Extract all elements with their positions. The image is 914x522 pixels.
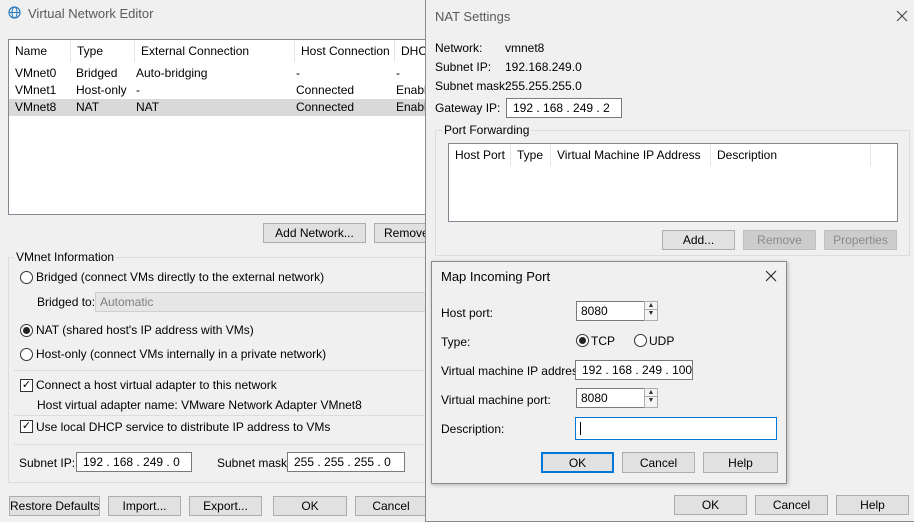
divider xyxy=(14,370,430,371)
nat-subnet-ip-label: Subnet IP: xyxy=(435,60,492,74)
row-name: VMnet1 xyxy=(15,83,57,97)
nat-subnet-mask-value: 255.255.255.0 xyxy=(505,79,582,93)
map-cancel-button[interactable]: Cancel xyxy=(622,452,695,473)
use-dhcp-label[interactable]: Use local DHCP service to distribute IP … xyxy=(36,420,330,434)
nat-subnet-ip-value: 192.168.249.0 xyxy=(505,60,582,74)
column-header-external[interactable]: External Connection xyxy=(135,40,295,62)
subnet-mask-label: Subnet mask: xyxy=(217,456,291,470)
nat-subnet-mask-label: Subnet mask: xyxy=(435,79,509,93)
virtual-network-editor-window: Virtual Network Editor Name Type Externa… xyxy=(0,0,435,522)
port-forwarding-label: Port Forwarding xyxy=(442,123,532,137)
description-field[interactable] xyxy=(575,417,777,440)
table-row[interactable]: VMnet0 Bridged Auto-bridging - - xyxy=(9,65,429,82)
close-icon[interactable] xyxy=(765,270,777,282)
window-title: Virtual Network Editor xyxy=(28,6,154,21)
row-host: - xyxy=(296,66,300,80)
vmware-globe-icon xyxy=(8,6,21,19)
restore-defaults-button[interactable]: Restore Defaults xyxy=(9,496,100,516)
hostonly-radio[interactable] xyxy=(20,348,33,361)
row-host: Connected xyxy=(296,83,355,97)
pf-column-description[interactable]: Description xyxy=(711,144,871,166)
network-value: vmnet8 xyxy=(505,41,545,55)
row-name: VMnet0 xyxy=(15,66,57,80)
row-name: VMnet8 xyxy=(15,100,57,114)
gateway-ip-field[interactable]: 192 . 168 . 249 . 2 xyxy=(506,98,622,118)
row-external: NAT xyxy=(136,100,160,114)
vm-ip-label: Virtual machine IP address: xyxy=(441,364,588,378)
row-host: Connected xyxy=(296,100,355,114)
vm-port-label: Virtual machine port: xyxy=(441,393,551,407)
map-help-button[interactable]: Help xyxy=(703,452,778,473)
connect-adapter-checkbox[interactable]: ✓ xyxy=(20,379,33,392)
import-button[interactable]: Import... xyxy=(108,496,181,516)
subnet-ip-label: Subnet IP: xyxy=(19,456,76,470)
udp-label[interactable]: UDP xyxy=(649,334,674,348)
host-port-field[interactable]: 8080 xyxy=(576,301,645,321)
adapter-name-text: Host virtual adapter name: VMware Networ… xyxy=(37,398,362,412)
divider xyxy=(14,444,430,445)
column-header-host[interactable]: Host Connection xyxy=(295,40,395,62)
pf-column-type[interactable]: Type xyxy=(511,144,551,166)
bridged-to-select: Automatic xyxy=(95,292,430,312)
map-ok-button[interactable]: OK xyxy=(541,452,614,473)
ok-button[interactable]: OK xyxy=(273,496,347,516)
list-header: Name Type External Connection Host Conne… xyxy=(9,40,435,62)
column-header-type[interactable]: Type xyxy=(71,40,135,62)
cancel-button[interactable]: Cancel xyxy=(355,496,427,516)
network-label: Network: xyxy=(435,41,483,55)
map-port-title: Map Incoming Port xyxy=(441,269,551,284)
port-forwarding-list[interactable]: Host Port Type Virtual Machine IP Addres… xyxy=(448,143,898,222)
gateway-ip-label: Gateway IP: xyxy=(435,101,501,115)
pf-column-host-port[interactable]: Host Port xyxy=(449,144,511,166)
nat-help-button[interactable]: Help xyxy=(836,495,909,515)
pf-column-vm-ip[interactable]: Virtual Machine IP Address xyxy=(551,144,711,166)
row-dhcp: - xyxy=(396,66,400,80)
tcp-radio[interactable] xyxy=(576,334,589,347)
divider xyxy=(14,415,430,416)
text-cursor xyxy=(580,422,581,435)
vm-port-stepper[interactable]: ▲ ▼ xyxy=(644,388,658,408)
add-network-button[interactable]: Add Network... xyxy=(263,223,366,243)
nat-cancel-button[interactable]: Cancel xyxy=(755,495,828,515)
tcp-label[interactable]: TCP xyxy=(591,334,615,348)
bridged-radio-label[interactable]: Bridged (connect VMs directly to the ext… xyxy=(36,270,324,284)
network-list[interactable]: Name Type External Connection Host Conne… xyxy=(8,39,435,215)
properties-button: Properties xyxy=(824,230,897,250)
hostonly-radio-label[interactable]: Host-only (connect VMs internally in a p… xyxy=(36,347,326,361)
row-dhcp: Enable xyxy=(396,83,428,97)
nat-radio[interactable] xyxy=(20,324,33,337)
row-dhcp: Enable xyxy=(396,100,428,114)
udp-radio[interactable] xyxy=(634,334,647,347)
row-type: Host-only xyxy=(76,83,127,97)
host-port-stepper[interactable]: ▲ ▼ xyxy=(644,301,658,321)
row-external: Auto-bridging xyxy=(136,66,208,80)
row-type: NAT xyxy=(76,100,100,114)
remove-port-button: Remove xyxy=(743,230,816,250)
nat-ok-button[interactable]: OK xyxy=(674,495,747,515)
map-incoming-port-dialog: Map Incoming Port Host port: 8080 ▲ ▼ Typ… xyxy=(431,261,787,484)
host-port-label: Host port: xyxy=(441,306,494,320)
nat-settings-title: NAT Settings xyxy=(435,9,511,24)
table-row-selected[interactable]: VMnet8 NAT NAT Connected Enable xyxy=(9,99,429,116)
add-port-button[interactable]: Add... xyxy=(662,230,735,250)
subnet-mask-field[interactable]: 255 . 255 . 255 . 0 xyxy=(287,452,405,472)
vm-ip-field[interactable]: 192 . 168 . 249 . 100 xyxy=(575,360,693,380)
row-external: - xyxy=(136,83,140,97)
row-type: Bridged xyxy=(76,66,118,80)
column-header-name[interactable]: Name xyxy=(9,40,71,62)
type-label: Type: xyxy=(441,335,471,349)
description-label: Description: xyxy=(441,422,505,436)
vm-port-field[interactable]: 8080 xyxy=(576,388,645,408)
bridged-to-label: Bridged to: xyxy=(37,295,96,309)
use-dhcp-checkbox[interactable]: ✓ xyxy=(20,420,33,433)
export-button[interactable]: Export... xyxy=(189,496,262,516)
subnet-ip-field[interactable]: 192 . 168 . 249 . 0 xyxy=(76,452,192,472)
vmnet-info-label: VMnet Information xyxy=(14,250,117,264)
close-icon[interactable] xyxy=(896,10,908,22)
nat-radio-label[interactable]: NAT (shared host's IP address with VMs) xyxy=(36,323,254,337)
connect-adapter-label[interactable]: Connect a host virtual adapter to this n… xyxy=(36,378,277,392)
table-row[interactable]: VMnet1 Host-only - Connected Enable xyxy=(9,82,429,99)
bridged-radio[interactable] xyxy=(20,271,33,284)
